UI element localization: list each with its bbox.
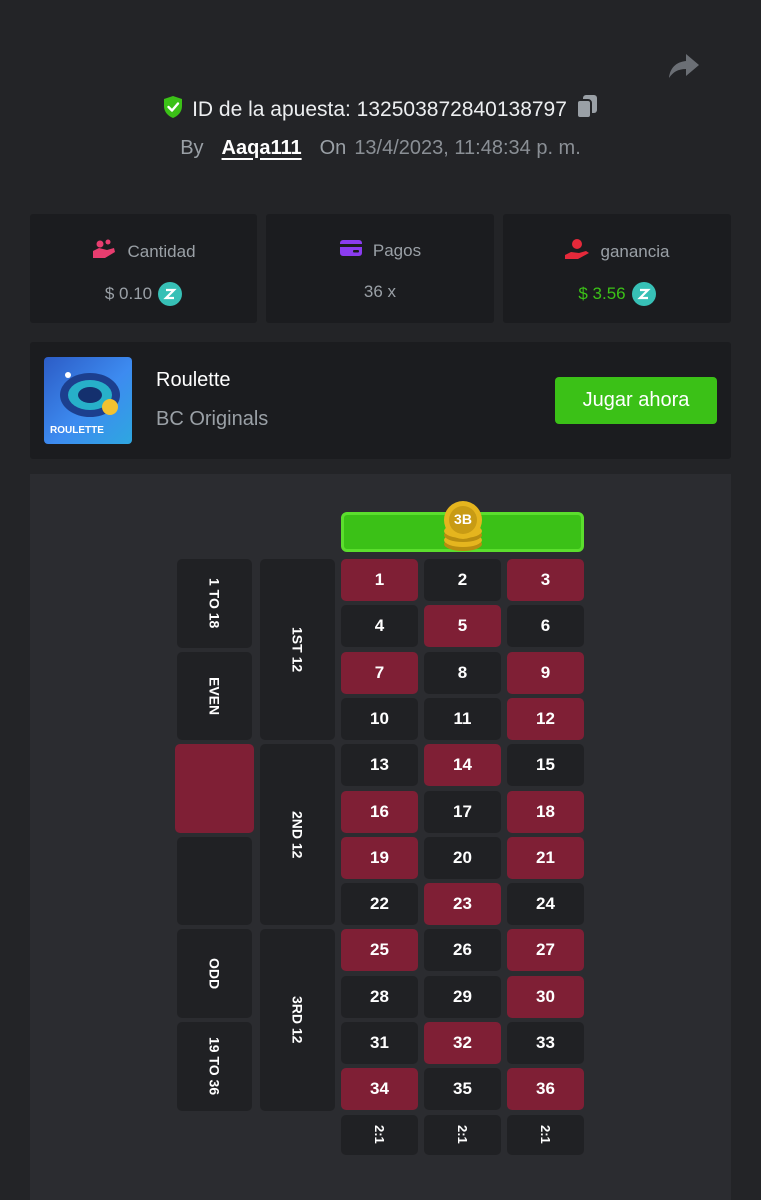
number-cell[interactable]: 27 bbox=[507, 929, 584, 972]
bettor-row: By Aaqa111 On 13/4/2023, 11:48:34 p. m. bbox=[0, 134, 761, 162]
dozen-bet-cell[interactable]: 3RD 12 bbox=[260, 929, 335, 1111]
number-cell[interactable]: 32 bbox=[424, 1022, 501, 1064]
amount-label: Cantidad bbox=[127, 241, 196, 261]
shield-check-icon bbox=[162, 95, 184, 125]
username-link[interactable]: Aaqa111 bbox=[222, 137, 302, 160]
number-cell[interactable]: 35 bbox=[424, 1068, 501, 1111]
number-cell[interactable]: 2 bbox=[424, 559, 501, 601]
dozen-bet-cell[interactable]: 2ND 12 bbox=[260, 744, 335, 926]
number-cell[interactable]: 25 bbox=[341, 929, 418, 972]
amount-card: Cantidad $ 0.10 bbox=[30, 214, 257, 323]
outside-bet-cell[interactable]: 1 TO 18 bbox=[177, 559, 252, 648]
number-cell[interactable]: 26 bbox=[424, 929, 501, 972]
copy-icon[interactable] bbox=[575, 94, 599, 126]
bet-id-text: ID de la apuesta: 132503872840138797 bbox=[192, 98, 567, 121]
roulette-thumbnail[interactable]: ROULETTE bbox=[44, 357, 132, 444]
game-card: ROULETTE Roulette BC Originals Jugar aho… bbox=[30, 342, 731, 459]
number-cell[interactable]: 18 bbox=[507, 790, 584, 833]
number-cell[interactable]: 22 bbox=[341, 883, 418, 926]
coins-hand-icon bbox=[91, 238, 117, 265]
by-label: By bbox=[180, 136, 204, 159]
profit-value: $ 3.56 bbox=[578, 284, 626, 303]
number-cell[interactable]: 16 bbox=[341, 790, 418, 833]
wallet-card-icon bbox=[339, 238, 363, 263]
number-cell[interactable]: 13 bbox=[341, 744, 418, 787]
number-cell[interactable]: 33 bbox=[507, 1022, 584, 1064]
outside-bet-cell[interactable]: EVEN bbox=[177, 651, 252, 741]
number-cell[interactable]: 29 bbox=[424, 975, 501, 1018]
bet-id-row: ID de la apuesta: 132503872840138797 bbox=[0, 94, 761, 126]
number-cell[interactable]: 3 bbox=[507, 559, 584, 601]
number-cell[interactable]: 11 bbox=[424, 697, 501, 740]
bet-datetime: 13/4/2023, 11:48:34 p. m. bbox=[354, 136, 581, 159]
number-cell[interactable]: 31 bbox=[341, 1022, 418, 1064]
column-bet-cell[interactable]: 2:1 bbox=[341, 1114, 418, 1155]
number-cell[interactable]: 19 bbox=[341, 836, 418, 879]
number-cell[interactable]: 28 bbox=[341, 975, 418, 1018]
number-cell[interactable]: 34 bbox=[341, 1068, 418, 1111]
number-cell[interactable]: 12 bbox=[507, 697, 584, 740]
number-cell[interactable]: 20 bbox=[424, 836, 501, 879]
game-provider: BC Originals bbox=[156, 408, 269, 430]
black-bet-cell[interactable] bbox=[177, 836, 252, 926]
profit-label: ganancia bbox=[600, 241, 670, 261]
play-now-button[interactable]: Jugar ahora bbox=[555, 377, 717, 424]
column-bet-cell[interactable]: 2:1 bbox=[507, 1114, 584, 1155]
number-cell[interactable]: 5 bbox=[424, 605, 501, 648]
number-cell[interactable]: 4 bbox=[341, 605, 418, 648]
bet-chip-icon: 3B bbox=[442, 500, 484, 554]
number-cell[interactable]: 8 bbox=[424, 651, 501, 694]
number-cell[interactable]: 24 bbox=[507, 883, 584, 926]
number-cell[interactable]: 14 bbox=[424, 744, 501, 787]
chip-label: 3B bbox=[454, 511, 472, 527]
number-cell[interactable]: 6 bbox=[507, 605, 584, 648]
thumbnail-label: ROULETTE bbox=[50, 425, 104, 436]
number-cell[interactable]: 7 bbox=[341, 651, 418, 694]
number-cell[interactable]: 17 bbox=[424, 790, 501, 833]
red-bet-cell[interactable] bbox=[175, 744, 254, 833]
number-cell[interactable]: 23 bbox=[424, 883, 501, 926]
number-cell[interactable]: 15 bbox=[507, 744, 584, 787]
number-cell[interactable]: 9 bbox=[507, 651, 584, 694]
currency-coin-icon bbox=[158, 282, 183, 306]
number-cell[interactable]: 1 bbox=[341, 559, 418, 601]
outside-bet-cell[interactable]: 19 TO 36 bbox=[177, 1022, 252, 1111]
share-icon[interactable] bbox=[668, 52, 700, 80]
column-bet-cell[interactable]: 2:1 bbox=[424, 1114, 501, 1155]
currency-coin-icon bbox=[631, 282, 656, 306]
hand-money-icon bbox=[564, 238, 590, 265]
on-label: On bbox=[319, 136, 347, 159]
game-name: Roulette bbox=[156, 369, 231, 391]
profit-card: ganancia $ 3.56 bbox=[503, 214, 731, 323]
number-cell[interactable]: 36 bbox=[507, 1068, 584, 1111]
payout-label: Pagos bbox=[372, 240, 422, 260]
number-cell[interactable]: 30 bbox=[507, 975, 584, 1018]
number-cell[interactable]: 10 bbox=[341, 697, 418, 740]
roulette-board: 3B 1 2 3 4 5 6 7 8 9 10 11 12 13 14 15 16 17 18 19 20 21 22 23… bbox=[30, 474, 731, 1200]
outside-bet-cell[interactable]: ODD bbox=[177, 929, 252, 1018]
payout-card: Pagos 36 x bbox=[266, 214, 494, 323]
payout-value: 36 x bbox=[363, 282, 397, 301]
amount-value: $ 0.10 bbox=[104, 284, 153, 303]
dozen-bet-cell[interactable]: 1ST 12 bbox=[260, 559, 335, 741]
number-cell[interactable]: 21 bbox=[507, 836, 584, 879]
